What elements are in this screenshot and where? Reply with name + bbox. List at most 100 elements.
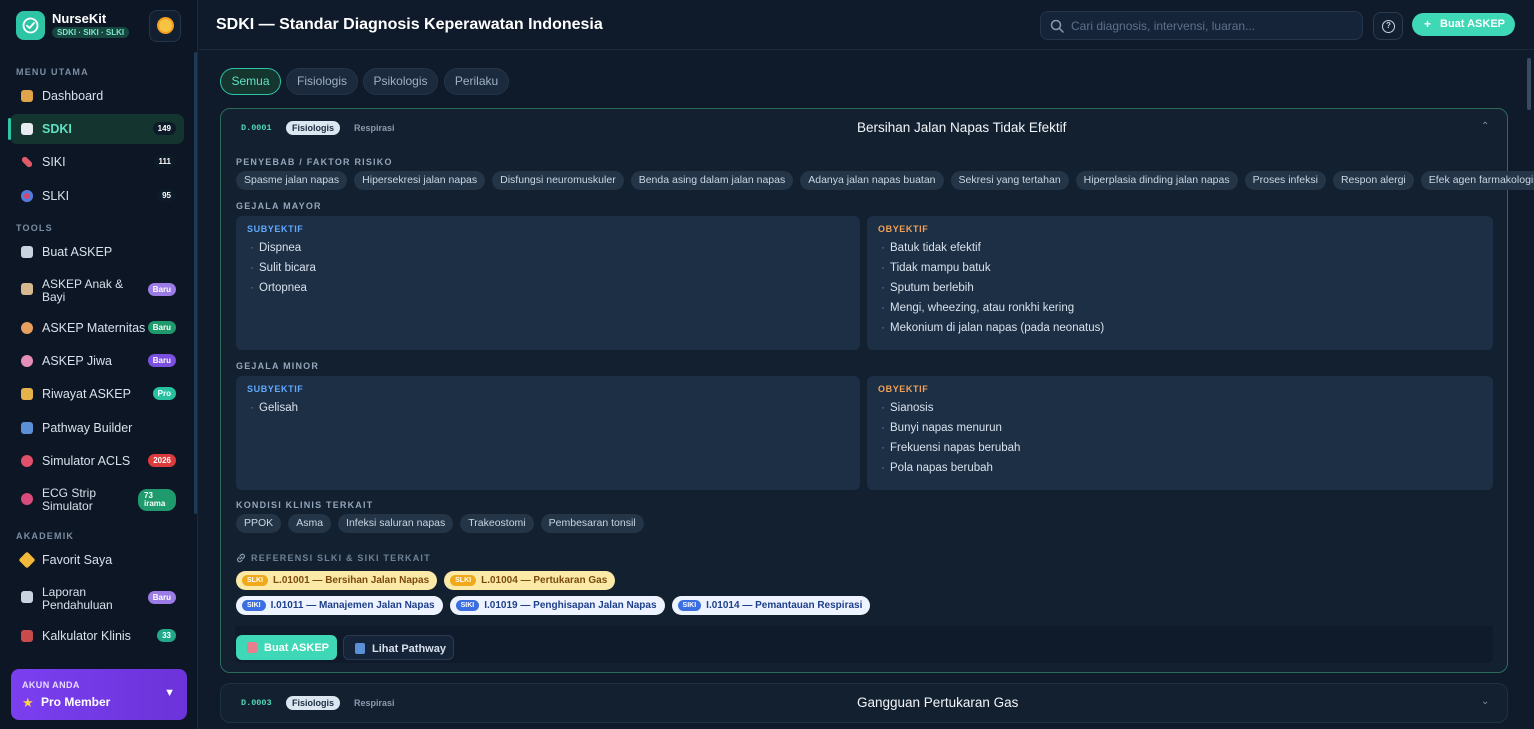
list-item: Dispnea — [250, 241, 316, 261]
siki-tag: SIKI — [677, 600, 702, 611]
section-label-akademik: AKADEMIK — [16, 531, 75, 541]
sidebar-item-siki[interactable]: SIKI 111 — [10, 147, 184, 177]
map-icon — [355, 643, 365, 654]
sidebar-item-sdki[interactable]: SDKI 149 — [8, 114, 184, 144]
condition-chip: Infeksi saluran napas — [338, 514, 454, 533]
sidebar-item-pathway-builder[interactable]: Pathway Builder — [10, 413, 184, 443]
new-badge: Baru — [147, 591, 176, 604]
cause-chip: Disfungsi neuromuskuler — [492, 171, 624, 190]
list-item: Sianosis — [881, 401, 1020, 421]
clipboard-icon — [21, 123, 33, 135]
account-plan: Pro Member — [41, 695, 111, 709]
sidebar-item-askep-anak[interactable]: ASKEP Anak & Bayi Baru — [10, 275, 184, 305]
list-item: Sputum berlebih — [881, 281, 1104, 301]
subcategory-label: Respirasi — [354, 123, 395, 133]
slki-reference-chip[interactable]: SLKI L.01001 — Bersihan Jalan Napas — [236, 571, 438, 590]
brain-icon — [21, 355, 33, 367]
cause-chip: Spasme jalan napas — [236, 171, 348, 190]
list-item: Mengi, wheezing, atau ronkhi kering — [881, 301, 1104, 321]
cause-chip: Sekresi yang tertahan — [950, 171, 1069, 190]
chevron-down-icon[interactable]: ⌄ — [1481, 696, 1489, 707]
slki-references: SLKI L.01001 — Bersihan Jalan Napas SLKI L… — [236, 571, 616, 590]
top-header: SDKI — Standar Diagnosis Keperawatan Ind… — [199, 0, 1534, 50]
slki-reference-chip[interactable]: SLKI L.01004 — Pertukaran Gas — [444, 571, 616, 590]
sidebar-item-ecg-strip[interactable]: ECG Strip Simulator 73 irama — [10, 484, 184, 514]
search-input[interactable] — [1071, 17, 1356, 35]
sidebar-item-label: Dashboard — [42, 89, 104, 103]
link-icon — [237, 553, 245, 563]
symptom-list: Batuk tidak efektif Tidak mampu batuk Sp… — [881, 241, 1104, 341]
sidebar-item-label: ASKEP Maternitas — [42, 321, 146, 335]
page-title: SDKI — Standar Diagnosis Keperawatan Ind… — [216, 16, 603, 33]
siki-tag: SIKI — [242, 600, 266, 611]
help-button[interactable]: ? — [1373, 12, 1403, 40]
tab-perilaku[interactable]: Perilaku — [444, 68, 509, 95]
year-badge: 2026 — [148, 454, 176, 467]
sidebar-item-slki[interactable]: SLKI 95 — [10, 181, 184, 211]
sidebar-item-label: SIKI — [42, 155, 66, 169]
list-item: Frekuensi napas berubah — [881, 441, 1020, 461]
sidebar-item-label: ASKEP Anak & Bayi — [42, 277, 124, 304]
sidebar-item-label: Riwayat ASKEP — [42, 387, 131, 401]
button-label: Buat ASKEP — [264, 642, 329, 654]
slki-tag: SLKI — [242, 575, 268, 586]
list-item: Pola napas berubah — [881, 461, 1020, 481]
sidebar-item-label: SDKI — [42, 122, 72, 136]
cause-chip: Hipersekresi jalan napas — [354, 171, 486, 190]
reference-label: L.01004 — Pertukaran Gas — [481, 575, 608, 586]
sidebar-item-riwayat-askep[interactable]: Riwayat ASKEP Pro — [10, 379, 184, 409]
condition-chip: Pembesaran tonsil — [540, 514, 644, 533]
siki-reference-chip[interactable]: SIKI I.01014 — Pemantauan Respirasi — [671, 596, 871, 615]
siki-reference-chip[interactable]: SIKI I.01019 — Penghisapan Jalan Napas — [449, 596, 665, 615]
category-badge: Fisiologis — [286, 121, 341, 135]
calculator-icon — [21, 630, 33, 642]
target-icon — [21, 190, 33, 202]
new-badge: Baru — [147, 354, 176, 367]
sidebar-item-label: ECG Strip Simulator — [42, 486, 97, 513]
list-item: Gelisah — [250, 401, 298, 421]
reference-label: I.01011 — Manajemen Jalan Napas — [270, 600, 435, 611]
main-scrollbar[interactable] — [1527, 58, 1531, 110]
sidebar-item-buat-askep[interactable]: Buat ASKEP — [10, 237, 184, 267]
cause-chip: Hiperplasia dinding jalan napas — [1075, 171, 1238, 190]
account-label: AKUN ANDA — [22, 680, 80, 690]
tab-fisiologis[interactable]: Fisiologis — [286, 68, 358, 95]
create-askep-header-button[interactable]: + Buat ASKEP — [1412, 13, 1515, 36]
major-symptoms-label: GEJALA MAYOR — [236, 201, 322, 211]
cause-chip: Benda asing dalam jalan napas — [630, 171, 794, 190]
minor-subjective-panel: SUBYEKTIF Gelisah — [236, 376, 860, 490]
diagnosis-title[interactable]: Gangguan Pertukaran Gas — [857, 695, 1018, 710]
create-askep-button[interactable]: Buat ASKEP — [236, 635, 337, 660]
list-item: Sulit bicara — [250, 261, 316, 281]
tab-semua[interactable]: Semua — [220, 68, 281, 95]
account-menu[interactable]: AKUN ANDA ★ Pro Member ▼ — [11, 669, 187, 720]
sidebar-item-favorit[interactable]: Favorit Saya — [10, 545, 184, 575]
heart-icon — [21, 455, 33, 467]
chevron-up-icon[interactable]: ⌃ — [1481, 121, 1489, 132]
sidebar-scrollbar[interactable] — [194, 52, 197, 514]
sidebar-item-laporan[interactable]: Laporan Pendahuluan Baru — [10, 583, 184, 613]
subjective-heading: SUBYEKTIF — [247, 224, 304, 234]
sidebar-item-askep-maternitas[interactable]: ASKEP Maternitas Baru — [10, 313, 184, 343]
search-box[interactable] — [1040, 11, 1363, 40]
objective-heading: OBYEKTIF — [878, 224, 929, 234]
diagnosis-card-collapsed[interactable]: D.0003 Fisiologis Respirasi Gangguan Per… — [220, 683, 1508, 723]
count-badge: 111 — [153, 155, 176, 168]
sidebar-item-dashboard[interactable]: Dashboard — [10, 81, 184, 111]
folder-icon — [21, 388, 33, 400]
subcategory-label: Respirasi — [354, 698, 395, 708]
siki-references: SIKI I.01011 — Manajemen Jalan Napas SIKI… — [236, 596, 871, 615]
theme-toggle-button[interactable] — [149, 10, 181, 42]
pregnant-icon — [21, 322, 33, 334]
subjective-heading: SUBYEKTIF — [247, 384, 304, 394]
sidebar-item-askep-jiwa[interactable]: ASKEP Jiwa Baru — [10, 346, 184, 376]
map-icon — [21, 422, 33, 434]
siki-reference-chip[interactable]: SIKI I.01011 — Manajemen Jalan Napas — [236, 596, 443, 615]
diagnosis-title[interactable]: Bersihan Jalan Napas Tidak Efektif — [857, 120, 1066, 135]
sidebar-item-simulator-acls[interactable]: Simulator ACLS 2026 — [10, 446, 184, 476]
sidebar-item-kalkulator[interactable]: Kalkulator Klinis 33 — [10, 621, 184, 651]
sidebar-item-label: SLKI — [42, 189, 70, 203]
tab-psikologis[interactable]: Psikologis — [363, 68, 438, 95]
count-badge: 95 — [157, 189, 176, 202]
view-pathway-button[interactable]: Lihat Pathway — [343, 635, 454, 660]
